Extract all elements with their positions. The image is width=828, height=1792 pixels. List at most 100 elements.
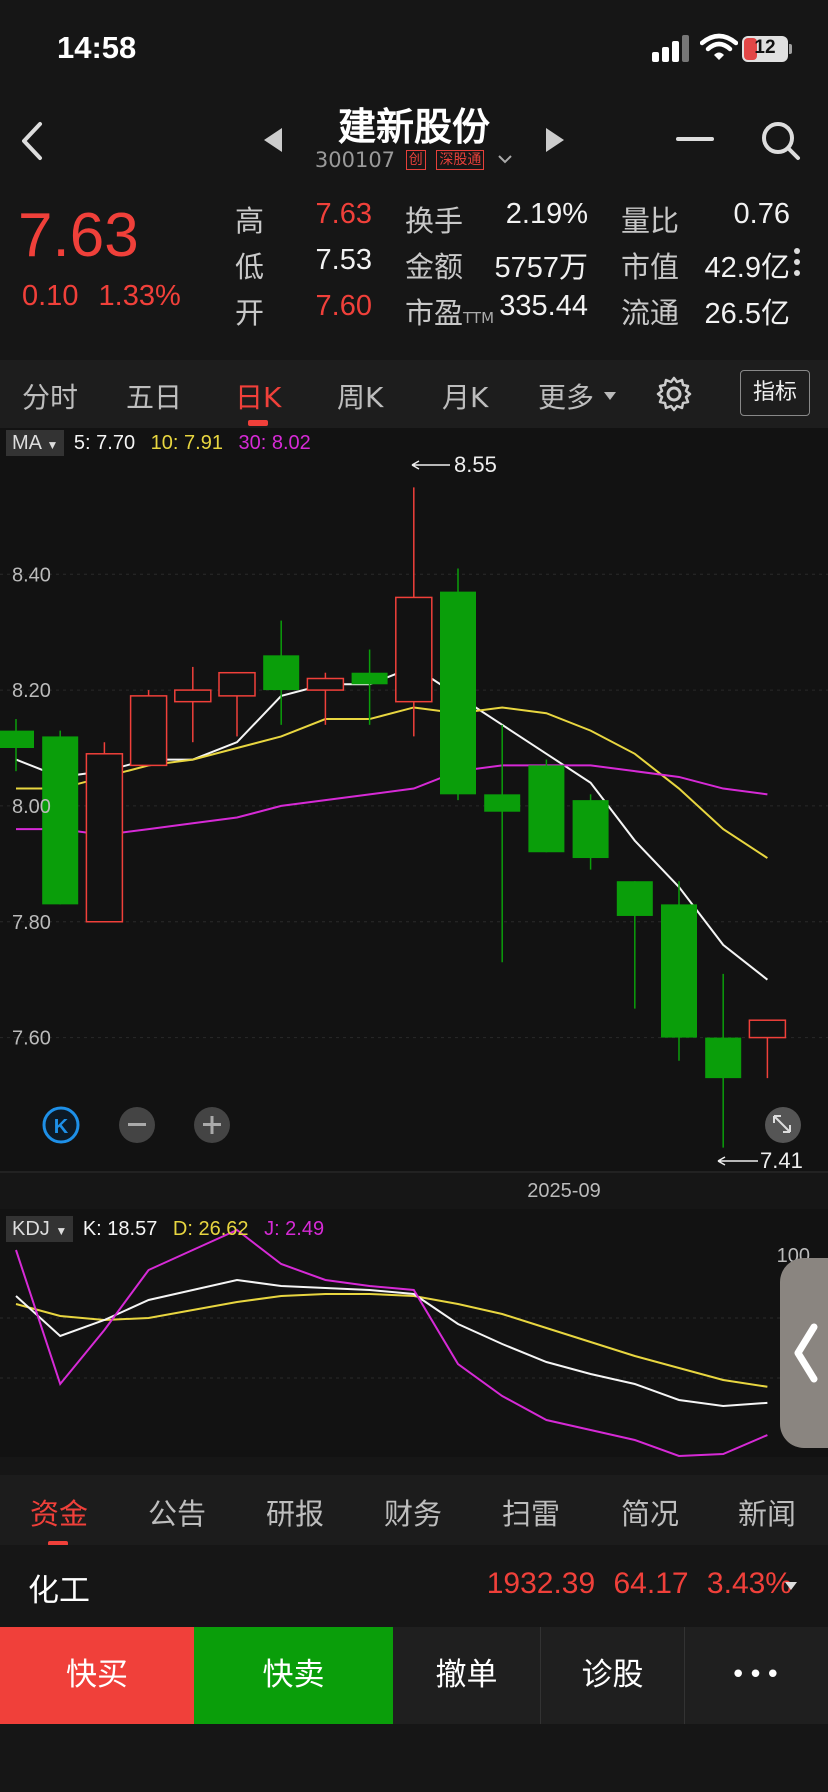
kline-chart[interactable]: 8.40 8.20 8.00 7.80 7.60 8.55 7.41 2025-09 1… [0, 428, 828, 1458]
candle [129, 690, 168, 767]
price-change: 0.10 1.33% [22, 280, 181, 313]
quick-buy-button[interactable]: 快买 [0, 1627, 194, 1724]
cancel-order-button[interactable]: 撤单 [393, 1627, 541, 1724]
kdj-chart-bg [0, 1209, 828, 1457]
tab-news[interactable]: 新闻 [738, 1491, 796, 1533]
candle-body [616, 881, 653, 916]
quote-value-8: 26.5亿 [704, 298, 790, 330]
kdj-k-value: K: 18.57 [82, 1218, 158, 1240]
y-tick-label: 8.00 [12, 796, 51, 818]
status-time: 14:58 [57, 30, 137, 65]
fullscreen-button[interactable] [765, 1107, 801, 1143]
diagnose-button[interactable]: 诊股 [541, 1627, 685, 1724]
candle-body [572, 800, 609, 859]
connect-tag: 深股通 [436, 150, 485, 170]
search-icon[interactable] [760, 120, 802, 162]
side-drawer-handle[interactable] [780, 1258, 828, 1448]
candle-body [129, 695, 168, 767]
quote-value-0: 7.63 [315, 198, 372, 230]
high-marker-label: 8.55 [454, 452, 497, 477]
stock-code-row[interactable]: 300107 创 深股通 [0, 148, 828, 172]
kdj-j-value: J: 2.49 [264, 1218, 325, 1240]
stock-code: 300107 [314, 148, 396, 172]
change-percent: 1.33% [98, 280, 181, 312]
kdj-selector[interactable]: KDJ ▼ [6, 1216, 74, 1242]
active-tab-underline [248, 420, 268, 426]
last-price: 7.63 [18, 201, 139, 270]
candle-body [42, 736, 79, 905]
home-indicator-area [0, 1724, 828, 1792]
candle-body [351, 672, 388, 685]
more-vertical-icon[interactable] [793, 247, 801, 277]
candle-body [440, 591, 476, 795]
tab-profile[interactable]: 简况 [621, 1491, 679, 1533]
y-tick-label: 7.60 [12, 1028, 51, 1050]
low-marker-label: 7.41 [760, 1148, 803, 1173]
tab-intraday[interactable]: 分时 [22, 376, 78, 416]
board-tag: 创 [405, 150, 426, 170]
settings-gear-icon[interactable] [656, 376, 692, 412]
tab-weekly-k[interactable]: 周K [337, 376, 383, 416]
indicator-button[interactable]: 指标 [740, 370, 810, 416]
sector-quote: 1932.39 64.17 3.43% [487, 1567, 792, 1601]
quote-value-4: 5757万 [494, 252, 588, 284]
kdj-name: KDJ [12, 1218, 50, 1240]
candle [440, 568, 476, 801]
quote-value-3: 2.19% [505, 198, 588, 230]
candle-body [174, 689, 212, 703]
chart-period-tabs: 分时 五日 日K 周K 月K 更多 [0, 360, 828, 430]
x-axis-date-label: 2025-09 [527, 1180, 600, 1202]
ma10-value: 10: 7.91 [150, 432, 223, 454]
quote-value-5: 335.44 [499, 290, 588, 322]
y-tick-label: 8.40 [12, 564, 51, 586]
chevron-down-icon [498, 155, 512, 164]
tab-more-label: 更多 [538, 381, 595, 414]
candle-body [263, 655, 300, 691]
candle-body [661, 904, 697, 1038]
tab-research[interactable]: 研报 [266, 1491, 324, 1533]
sector-row[interactable]: 化工 1932.39 64.17 3.43% [0, 1545, 828, 1625]
chevron-left-icon [794, 1323, 818, 1383]
zoom-out-button[interactable] [119, 1107, 155, 1143]
candle-body [705, 1037, 742, 1079]
tab-five-day[interactable]: 五日 [126, 376, 182, 416]
candle-body [306, 677, 345, 691]
candle-body [395, 596, 433, 703]
k-mode-button[interactable]: K [42, 1106, 80, 1144]
tab-monthly-k[interactable]: 月K [442, 376, 488, 416]
quote-value-7: 42.9亿 [704, 252, 790, 284]
ma30-value: 30: 8.02 [238, 432, 311, 454]
candle-body [484, 794, 521, 812]
quick-sell-button[interactable]: 快卖 [194, 1627, 393, 1724]
sector-value: 1932.39 [486, 1567, 596, 1600]
caret-down-icon [785, 1582, 797, 1590]
ma-selector[interactable]: MA ▼ [6, 430, 65, 456]
zoom-in-button[interactable] [194, 1107, 230, 1143]
kdj-legend: KDJ ▼ K: 18.57 D: 26.62 J: 2.49 [6, 1216, 325, 1242]
minimize-icon[interactable] [676, 137, 714, 143]
candle [85, 742, 124, 923]
battery-level: 12 [754, 37, 776, 58]
tab-more[interactable]: 更多 [538, 376, 617, 416]
candle-body [748, 1019, 787, 1039]
caret-down-icon [603, 392, 616, 400]
tab-daily-k[interactable]: 日K [235, 376, 281, 416]
tab-announcements[interactable]: 公告 [148, 1491, 206, 1533]
candle [528, 759, 565, 853]
ma-legend: MA ▼ 5: 7.70 10: 7.91 30: 8.02 [6, 430, 311, 456]
tab-risk-scan[interactable]: 扫雷 [502, 1491, 560, 1533]
tab-financials[interactable]: 财务 [384, 1491, 442, 1533]
sector-change-pct: 3.43% [706, 1567, 792, 1600]
more-actions-button[interactable]: ••• [685, 1627, 828, 1724]
quote-value-1: 7.53 [315, 244, 372, 276]
ma-name: MA [12, 432, 41, 454]
tab-funds[interactable]: 资金 [30, 1491, 88, 1533]
y-tick-label: 8.20 [12, 680, 51, 702]
signal-icon [652, 35, 689, 62]
svg-text:K: K [54, 1116, 69, 1138]
y-tick-label: 7.80 [12, 912, 51, 934]
sector-name: 化工 [28, 1573, 90, 1609]
candle-body [218, 671, 256, 697]
change-amount: 0.10 [22, 280, 79, 312]
candle-body [85, 753, 124, 923]
